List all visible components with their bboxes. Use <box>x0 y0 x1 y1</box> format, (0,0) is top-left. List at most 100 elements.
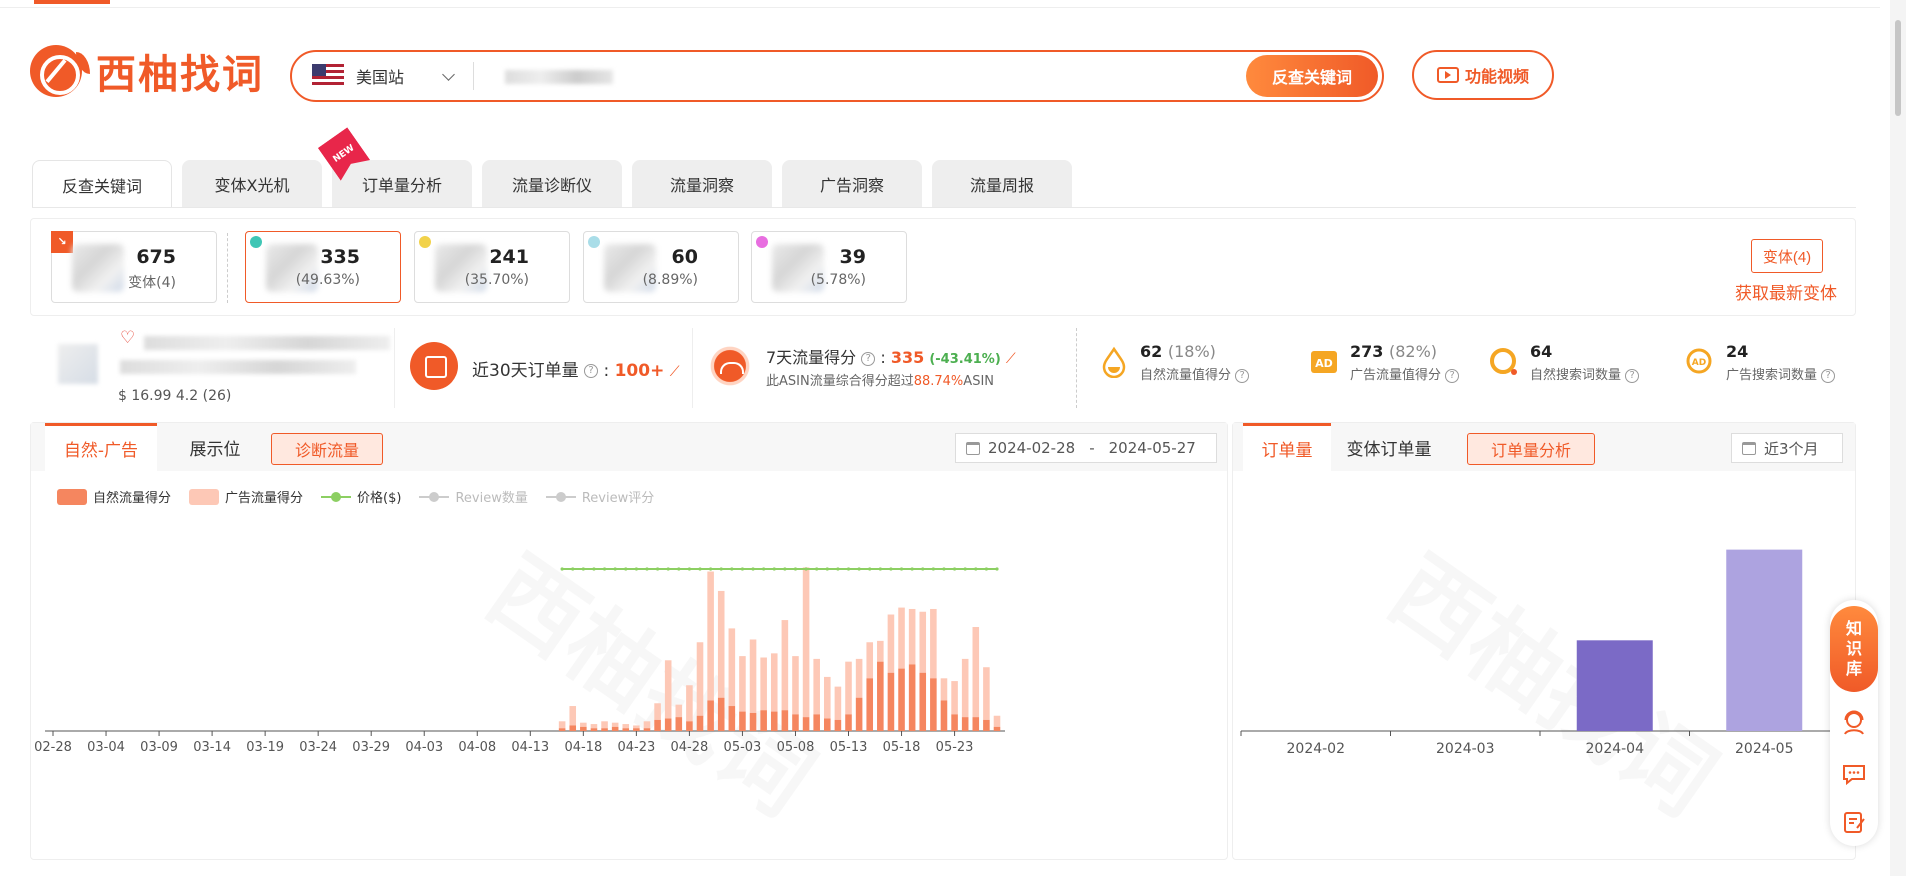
top-accent-line <box>34 0 110 4</box>
stat-natural-value: 62 (18%) <box>1140 342 1216 361</box>
scrollbar-thumb[interactable] <box>1895 20 1901 116</box>
variant-card-total[interactable]: ↘ 675 变体(4) <box>51 231 217 303</box>
order-chart-panel: 订单量 变体订单量 订单量分析 近3个月 西柚找词 2024-02 2024-03… <box>1232 422 1856 860</box>
price-point <box>655 567 660 571</box>
kb-char-3: 库 <box>1845 659 1862 678</box>
us-flag-icon <box>312 64 344 88</box>
legend-review-count[interactable]: Review数量 <box>419 487 528 506</box>
natural-traffic-bar <box>887 672 895 731</box>
price-rating: $ 16.99 4.2 (26) <box>118 388 232 404</box>
natural-traffic-bar <box>919 672 927 731</box>
price-point <box>730 567 734 571</box>
help-icon[interactable]: ? <box>1625 368 1640 383</box>
range-label: 近3个月 <box>1764 439 1819 458</box>
variant-summary: ↘ 675 变体(4) 335 (49.63%) 241 (35.70%) 60… <box>30 218 1856 316</box>
tab-natural-ad[interactable]: 自然-广告 <box>45 423 157 471</box>
knowledge-base-button[interactable]: 知 识 库 <box>1830 606 1878 692</box>
legend-price[interactable]: 价格($) <box>321 487 401 506</box>
chat-icon[interactable] <box>1840 760 1868 788</box>
ad-traffic-bar <box>728 628 736 707</box>
site-selector[interactable]: 美国站 <box>356 64 404 88</box>
stat-ad-value: 273 (82%) <box>1350 342 1437 361</box>
tab-variant-xray[interactable]: 变体X光机 <box>182 160 322 208</box>
variant-card-2[interactable]: 241 (35.70%) <box>414 231 570 303</box>
brand-logo[interactable]: 西柚找词 <box>30 28 264 100</box>
favorite-heart-icon[interactable]: ♡ <box>120 328 135 348</box>
tab-ad-insight[interactable]: 广告洞察 <box>782 160 922 208</box>
variant-card-3[interactable]: 60 (8.89%) <box>583 231 739 303</box>
customer-service-icon[interactable] <box>1840 708 1868 736</box>
feedback-edit-icon[interactable] <box>1840 808 1868 836</box>
natural-traffic-bar <box>675 717 683 731</box>
price-point <box>762 567 766 571</box>
order-analysis-button[interactable]: 订单量分析 <box>1467 433 1595 465</box>
kb-char-1: 知 <box>1845 619 1862 638</box>
natural-traffic-bar <box>717 697 725 731</box>
variant-4-value: 39 <box>839 246 866 268</box>
ad-traffic-bar <box>961 658 969 718</box>
ad-traffic-bar <box>792 656 799 715</box>
price-point <box>560 567 564 571</box>
traffic-7d-sub: 此ASIN流量综合得分超过88.74%ASIN <box>766 370 994 389</box>
price-point <box>602 567 607 571</box>
ad-traffic-bar <box>558 721 566 729</box>
natural-traffic-bar <box>855 697 863 731</box>
variant-card-1[interactable]: 335 (49.63%) <box>245 231 401 303</box>
legend-natural[interactable]: 自然流量得分 <box>57 487 171 506</box>
variant-2-value: 241 <box>489 246 529 268</box>
tab-traffic-weekly[interactable]: 流量周报 <box>932 160 1072 208</box>
tab-reverse-keyword[interactable]: 反查关键词 <box>32 160 172 208</box>
variant-card-4[interactable]: 39 (5.78%) <box>751 231 907 303</box>
x-tick-label: 05-23 <box>936 740 974 755</box>
price-point <box>709 567 713 571</box>
ad-traffic-bar <box>675 704 683 718</box>
brand-name: 西柚找词 <box>96 52 264 98</box>
natural-traffic-bar <box>898 668 905 731</box>
x-tick-label: 03-29 <box>352 740 390 755</box>
stat-natural-text: 自然流量值得分 <box>1140 368 1232 383</box>
ad-traffic-bar <box>611 722 619 727</box>
x-tick-label: 04-23 <box>617 740 655 755</box>
legend-review-score-label: Review评分 <box>581 491 655 506</box>
help-icon[interactable]: ? <box>1821 368 1836 383</box>
info-divider <box>394 328 395 408</box>
help-icon[interactable]: ? <box>584 364 599 378</box>
trend-chart-icon[interactable]: ⟋ <box>670 364 680 380</box>
natural-traffic-bar <box>760 710 767 731</box>
date-range-picker[interactable]: 2024-02-28 - 2024-05-27 <box>955 433 1217 463</box>
grapefruit-logo-icon <box>30 45 82 97</box>
feature-video-button[interactable]: 功能视频 <box>1412 50 1554 100</box>
natural-traffic-bar <box>558 728 566 731</box>
tab-order-analysis[interactable]: 订单量分析 <box>332 160 472 208</box>
help-icon[interactable]: ? <box>861 351 876 366</box>
traffic-7d-change: (-43.41%) <box>929 352 1001 367</box>
diagnose-traffic-button[interactable]: 诊断流量 <box>271 433 383 465</box>
variant-count-button[interactable]: 变体(4) <box>1751 239 1823 273</box>
x-tick-label: 04-08 <box>458 740 496 755</box>
chevron-down-icon[interactable] <box>442 67 455 81</box>
price-point <box>698 567 702 571</box>
stat-natural-kw-number: 64 <box>1530 342 1553 361</box>
legend-review-score[interactable]: Review评分 <box>545 487 655 506</box>
tab-orders[interactable]: 订单量 <box>1243 423 1331 471</box>
traffic-sub-prefix: 此ASIN流量综合得分超过 <box>766 374 914 389</box>
tab-traffic-diagnosis[interactable]: 流量诊断仪 <box>482 160 622 208</box>
range-selector[interactable]: 近3个月 <box>1731 433 1843 463</box>
gauge-icon <box>706 342 754 390</box>
help-icon[interactable]: ? <box>1445 368 1460 383</box>
refresh-variants-link[interactable]: 获取最新变体 <box>1735 279 1837 304</box>
natural-traffic-bar <box>993 726 1001 731</box>
x-tick-label: 03-24 <box>299 740 337 755</box>
tab-traffic-insight[interactable]: 流量洞察 <box>632 160 772 208</box>
trend-chart-icon[interactable]: ⟋ <box>1006 351 1016 367</box>
stat-ad-number: 273 <box>1350 342 1384 361</box>
ad-traffic-bar <box>993 715 1001 727</box>
legend-ad[interactable]: 广告流量得分 <box>189 487 303 506</box>
help-icon[interactable]: ? <box>1235 368 1250 383</box>
page-scrollbar[interactable] <box>1890 0 1906 876</box>
ad-traffic-bar <box>601 721 608 729</box>
price-point <box>889 567 893 571</box>
tab-variant-orders[interactable]: 变体订单量 <box>1333 423 1445 471</box>
reverse-keyword-button[interactable]: 反查关键词 <box>1246 55 1378 97</box>
tab-placement[interactable]: 展示位 <box>165 423 265 471</box>
